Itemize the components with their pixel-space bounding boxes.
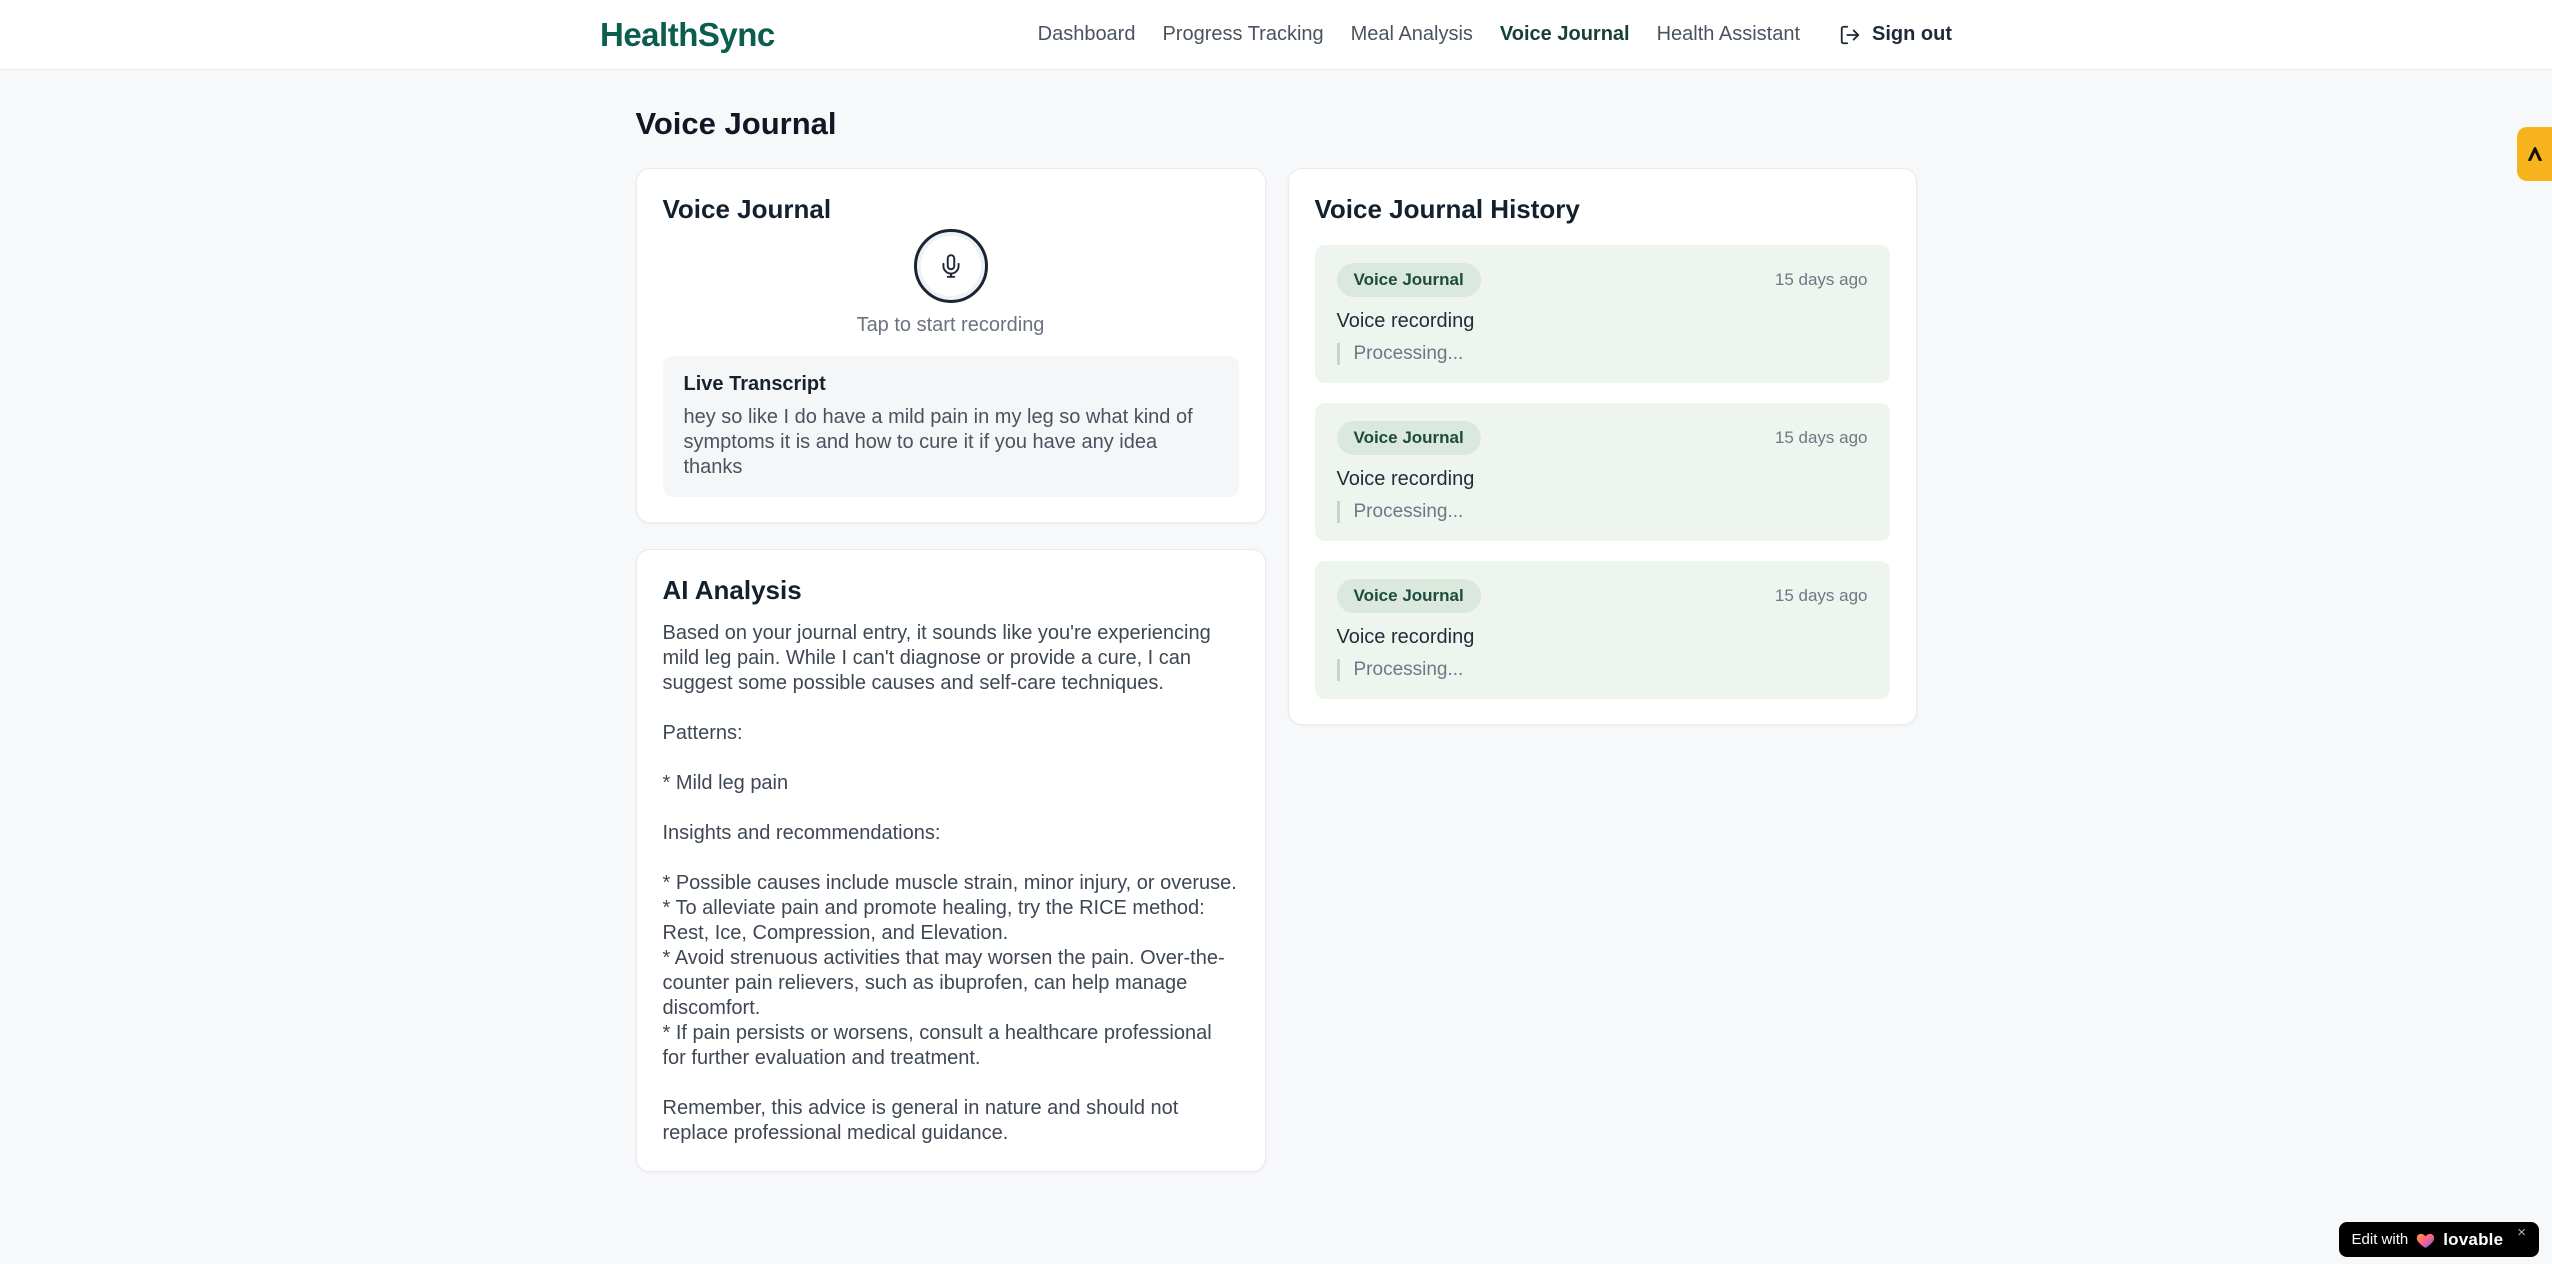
top-nav: HealthSync Dashboard Progress Tracking Mea…: [0, 0, 2552, 70]
entry-title: Voice recording: [1336, 468, 1475, 490]
entry-status: Processing...: [1336, 501, 1868, 523]
entry-type-badge: Voice Journal: [1336, 263, 1481, 297]
brand-logo[interactable]: HealthSync: [600, 16, 775, 54]
entry-timestamp: 15 days ago: [1774, 428, 1868, 447]
entry-type-badge: Voice Journal: [1336, 579, 1481, 613]
record-button[interactable]: [913, 229, 988, 303]
entry-title: Voice recording: [1336, 310, 1475, 332]
history-entry[interactable]: Voice Journal 15 days ago Voice recording P…: [1314, 245, 1890, 383]
history-entry[interactable]: Voice Journal 15 days ago Voice recording P…: [1314, 561, 1890, 699]
recorder-card-title: Voice Journal: [662, 194, 832, 224]
history-entry[interactable]: Voice Journal 15 days ago Voice recording P…: [1314, 403, 1890, 541]
lovable-heart-icon: [2416, 1231, 2435, 1249]
voice-recorder-card: Voice Journal Tap to start recording Liv…: [635, 168, 1266, 523]
record-hint: Tap to start recording: [856, 314, 1045, 336]
nav-item-voice-journal[interactable]: Voice Journal: [1500, 23, 1630, 46]
entry-timestamp: 15 days ago: [1774, 586, 1868, 605]
entry-status: Processing...: [1336, 659, 1868, 681]
edit-with-lovable-badge[interactable]: Edit with lovable ×: [2338, 1222, 2539, 1257]
logout-icon: [1839, 24, 1861, 46]
entry-type-badge: Voice Journal: [1336, 421, 1481, 455]
nav-item-health-assistant[interactable]: Health Assistant: [1657, 23, 1800, 46]
ai-analysis-card: AI Analysis Based on your journal entry,…: [635, 549, 1266, 1172]
microphone-icon: [938, 253, 964, 279]
nav-item-meal-analysis[interactable]: Meal Analysis: [1351, 23, 1473, 46]
live-transcript-box: Live Transcript hey so like I do have a …: [662, 356, 1239, 497]
history-card: Voice Journal History Voice Journal 15 da…: [1287, 168, 1917, 725]
entry-status: Processing...: [1336, 343, 1868, 365]
nav-links: Dashboard Progress Tracking Meal Analysis V…: [1038, 23, 1952, 46]
nav-item-dashboard[interactable]: Dashboard: [1038, 23, 1136, 46]
peak-logo-icon: [2524, 143, 2546, 165]
ai-analysis-title: AI Analysis: [662, 575, 802, 605]
live-transcript-title: Live Transcript: [683, 373, 826, 395]
close-icon[interactable]: ×: [2517, 1225, 2526, 1240]
entry-timestamp: 15 days ago: [1774, 270, 1868, 289]
history-entries: Voice Journal 15 days ago Voice recording P…: [1314, 245, 1890, 699]
live-transcript-text: hey so like I do have a mild pain in my …: [683, 406, 1193, 478]
side-tab-badge[interactable]: [2517, 127, 2552, 181]
page-title: Voice Journal: [635, 106, 837, 141]
sign-out-button[interactable]: Sign out: [1839, 23, 1952, 46]
ai-analysis-text: Based on your journal entry, it sounds l…: [662, 622, 1237, 1144]
entry-title: Voice recording: [1336, 626, 1475, 648]
sign-out-label: Sign out: [1872, 23, 1952, 45]
nav-item-progress-tracking[interactable]: Progress Tracking: [1162, 23, 1323, 46]
edit-badge-brand: lovable: [2443, 1229, 2504, 1249]
edit-badge-prefix: Edit with: [2351, 1231, 2409, 1248]
history-card-title: Voice Journal History: [1314, 194, 1580, 224]
